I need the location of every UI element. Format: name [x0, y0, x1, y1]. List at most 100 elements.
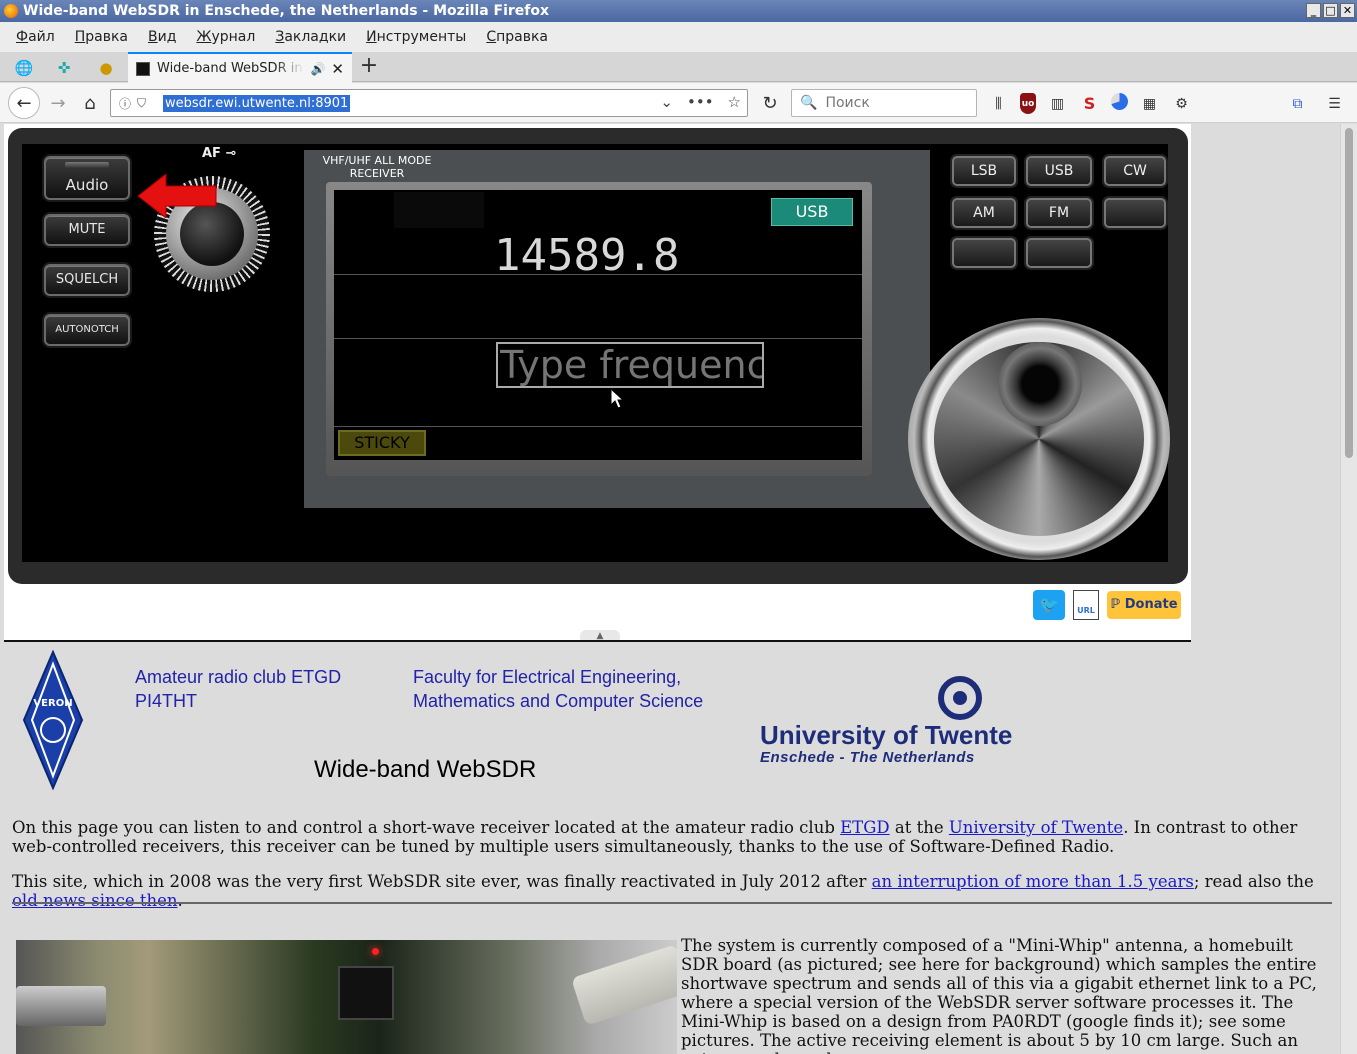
display-screen: USB 14589.8 STICKY	[334, 190, 862, 460]
autonotch-button[interactable]: AUTONOTCH	[44, 314, 130, 346]
display-blank-field	[394, 192, 484, 228]
university-link[interactable]: University of Twente	[949, 818, 1123, 837]
menu-file[interactable]: Файл	[16, 29, 55, 45]
page-header: VERON Amateur radio club ETGD PI4THT Fac…	[0, 648, 1340, 790]
mode-am-button[interactable]: AM	[952, 198, 1016, 228]
tab-favicon-icon	[136, 61, 150, 76]
ublock-icon[interactable]: uo	[1020, 93, 1036, 114]
shield-icon[interactable]: ⛉	[137, 96, 155, 111]
mode-fm-button[interactable]: FM	[1026, 198, 1092, 228]
reader-sidebar-icon[interactable]: ▥	[1047, 93, 1068, 114]
library-icon[interactable]: ⫼	[988, 93, 1009, 114]
minimize-button[interactable]: _	[1306, 3, 1321, 18]
display-divider	[334, 338, 862, 339]
page-scrollbar[interactable]	[1340, 124, 1357, 1054]
menu-tools[interactable]: Инструменты	[366, 29, 466, 45]
club-link[interactable]: Amateur radio club ETGD PI4THT	[135, 665, 341, 713]
mode-blank-button[interactable]	[952, 238, 1016, 268]
interruption-link[interactable]: an interruption of more than 1.5 years	[872, 872, 1194, 891]
window-title: Wide-band WebSDR in Enschede, the Nether…	[23, 3, 550, 19]
url-bar-actions: ⌄ ••• ☆	[660, 93, 741, 111]
bookmark-star-icon[interactable]: ☆	[728, 93, 741, 111]
display-bezel: USB 14589.8 STICKY	[326, 182, 872, 476]
tuning-knob[interactable]	[902, 314, 1172, 564]
display-divider	[334, 426, 862, 427]
pinned-tab-lock-icon[interactable]: ●	[92, 56, 120, 80]
extension-translate-icon[interactable]: ⧉	[1287, 93, 1308, 114]
search-icon: 🔍	[800, 95, 818, 111]
url-bar[interactable]: ⓘ ⛉ websdr.ewi.utwente.nl:8901 ⌄ ••• ☆	[110, 89, 748, 117]
pinned-tab-puzzle-icon[interactable]: ✜	[50, 56, 78, 80]
tab-websdr[interactable]: Wide-band WebSDR in Enschede, the Nether…	[128, 52, 352, 83]
menu-view[interactable]: Вид	[148, 29, 176, 45]
url-text[interactable]: websdr.ewi.utwente.nl:8901	[163, 94, 351, 112]
university-logo[interactable]: University of Twente Enschede - The Neth…	[760, 676, 1012, 766]
scrollbar-thumb[interactable]	[1345, 128, 1353, 458]
ethernet-cable	[570, 944, 677, 1026]
hamburger-menu-icon[interactable]: ☰	[1324, 93, 1345, 114]
reload-button[interactable]: ↻	[756, 89, 784, 117]
chrome-extension-icon[interactable]	[1111, 93, 1128, 110]
section-divider	[12, 902, 1332, 904]
tab-title: Wide-band WebSDR in Enschede, the Nether…	[157, 61, 304, 76]
sticky-button[interactable]: STICKY	[338, 430, 426, 456]
audio-button[interactable]: Audio	[44, 156, 130, 200]
mode-lsb-button[interactable]: LSB	[952, 156, 1016, 186]
back-button[interactable]: ←	[8, 87, 40, 119]
apps-grid-icon[interactable]: ▦	[1139, 93, 1160, 114]
old-news-link[interactable]: old news since then	[12, 891, 178, 910]
menu-bookmarks[interactable]: Закладки	[275, 29, 346, 45]
mode-cw-button[interactable]: CW	[1104, 156, 1166, 186]
navigation-bar: ← → ⌂ ⓘ ⛉ websdr.ewi.utwente.nl:8901 ⌄ •…	[0, 83, 1357, 123]
url-icon[interactable]: URL	[1073, 590, 1099, 620]
close-window-button[interactable]: ✕	[1340, 3, 1355, 18]
close-tab-icon[interactable]: ✕	[331, 60, 344, 78]
speaker-icon[interactable]: 🔊	[310, 62, 325, 76]
window-controls: _ □ ✕	[1306, 3, 1355, 18]
twitter-icon[interactable]: 🐦	[1033, 590, 1065, 620]
page-content: Audio MUTE SQUELCH AUTONOTCH AF ⊸ VHF/UH…	[0, 124, 1340, 1054]
ut-emblem-icon	[938, 676, 982, 720]
tuning-knob-dimple	[998, 342, 1082, 426]
donate-button[interactable]: ℙ Donate	[1107, 591, 1181, 619]
menu-edit[interactable]: Правка	[75, 29, 128, 45]
fpga-chip	[338, 966, 394, 1020]
search-input[interactable]: 🔍 Поиск	[791, 89, 977, 117]
window-titlebar: Wide-band WebSDR in Enschede, the Nether…	[0, 0, 1357, 22]
s-extension-icon[interactable]: S	[1079, 93, 1100, 114]
ut-subtitle: Enschede - The Netherlands	[760, 749, 975, 766]
toolbar-extensions: ⫼ uo ▥ S ▦ ⚙	[988, 93, 1192, 114]
intro-paragraph: On this page you can listen to and contr…	[12, 818, 1298, 856]
mode-blank-button[interactable]	[1026, 238, 1092, 268]
display-frame: VHF/UHF ALL MODE RECEIVER USB 14589.8 Ty…	[304, 150, 930, 508]
info-icon[interactable]: ⓘ	[119, 95, 137, 112]
home-button[interactable]: ⌂	[76, 89, 104, 117]
frequency-input[interactable]	[496, 342, 764, 388]
audio-led	[65, 162, 109, 168]
more-actions-icon[interactable]: •••	[687, 93, 714, 111]
maximize-button[interactable]: □	[1323, 3, 1338, 18]
radio-front-panel: Audio MUTE SQUELCH AUTONOTCH AF ⊸ VHF/UH…	[22, 144, 1170, 562]
led-indicator	[372, 948, 379, 955]
forward-button[interactable]: →	[44, 89, 72, 117]
new-tab-button[interactable]: +	[356, 54, 382, 80]
mode-badge: USB	[771, 198, 853, 226]
sdr-board-photo	[16, 940, 677, 1054]
etgd-link[interactable]: ETGD	[840, 818, 889, 837]
mode-blank-button[interactable]	[1104, 198, 1166, 228]
bnc-connector	[16, 986, 106, 1026]
menu-history[interactable]: Журнал	[196, 29, 255, 45]
gear-icon[interactable]: ⚙	[1171, 93, 1192, 114]
ut-name: University of Twente	[760, 720, 1013, 750]
menu-help[interactable]: Справка	[486, 29, 548, 45]
mute-button[interactable]: MUTE	[44, 214, 130, 246]
background-link[interactable]: here for background	[922, 955, 1094, 974]
mode-usb-button[interactable]: USB	[1026, 156, 1092, 186]
pinned-tab-globe-icon[interactable]: 🌐	[10, 56, 38, 80]
toolbar-right: ⧉ ☰	[1287, 93, 1345, 114]
firefox-icon	[4, 4, 18, 18]
squelch-button[interactable]: SQUELCH	[44, 264, 130, 296]
chevron-down-icon[interactable]: ⌄	[660, 93, 673, 111]
veron-logo: VERON	[22, 650, 84, 790]
faculty-link[interactable]: Faculty for Electrical Engineering, Math…	[413, 665, 703, 713]
